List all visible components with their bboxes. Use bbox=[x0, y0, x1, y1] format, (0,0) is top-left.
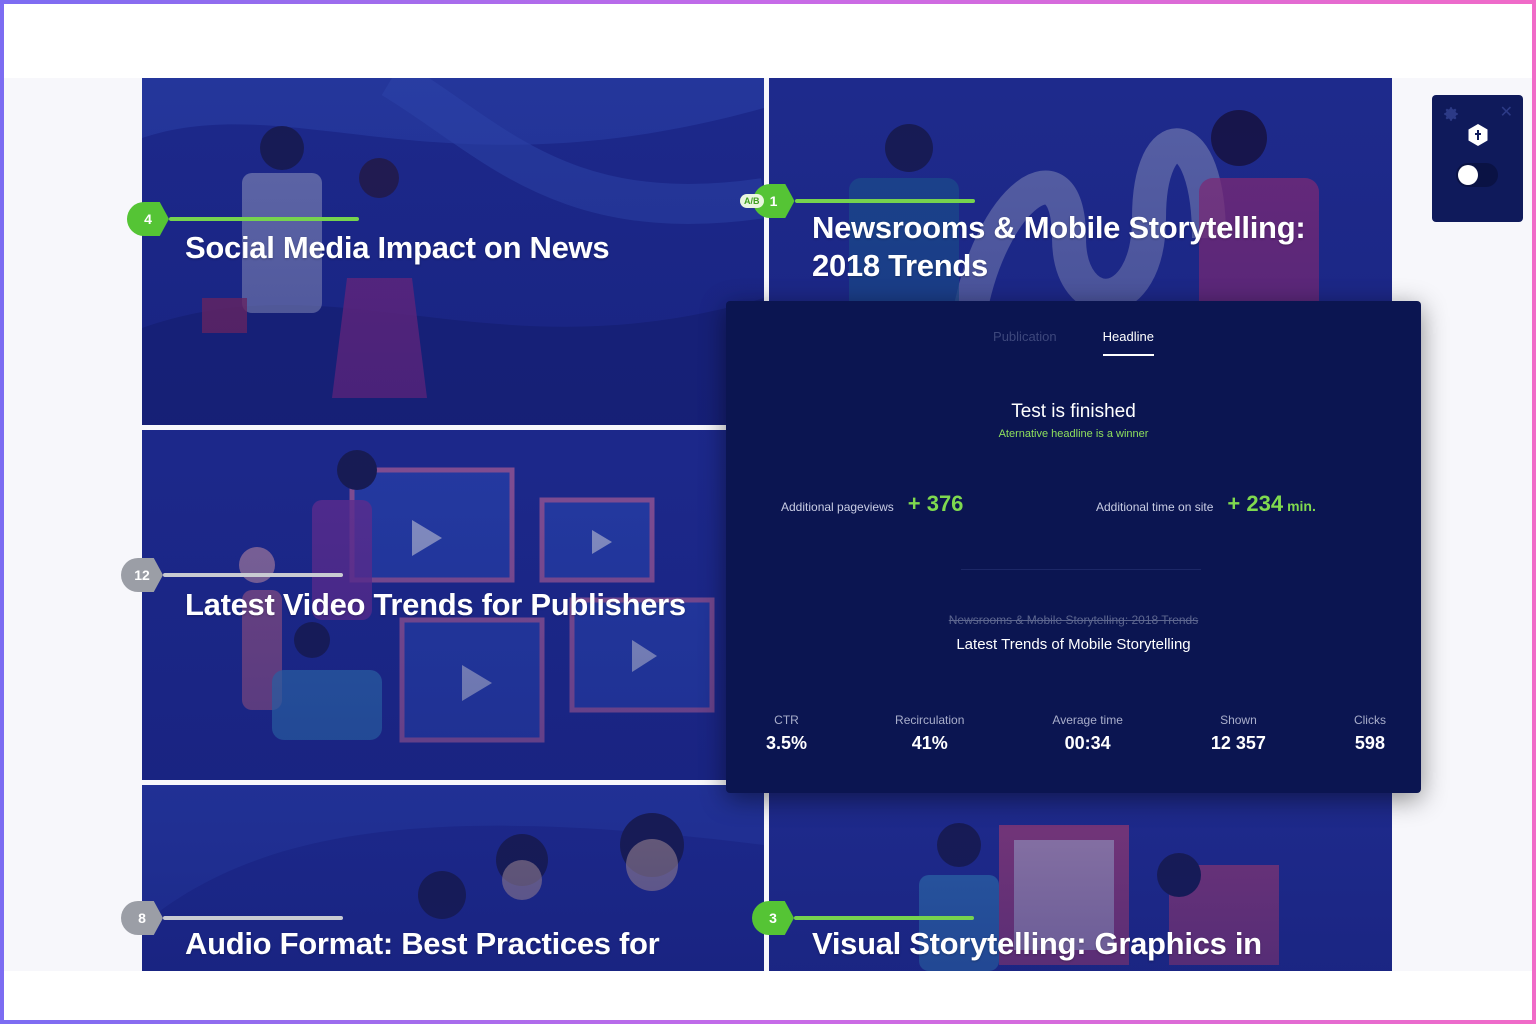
additional-time-on-site: Additional time on site + 234 min. bbox=[1096, 491, 1316, 517]
rank-marker-audio-format: 8 bbox=[121, 901, 343, 935]
rank-badge: 8 bbox=[121, 901, 163, 935]
stat-shown: Shown 12 357 bbox=[1211, 713, 1266, 754]
time-value: + 234 bbox=[1227, 491, 1284, 516]
ab-test-tag: A/B bbox=[740, 194, 764, 208]
stat-label: Recirculation bbox=[895, 713, 965, 727]
stat-label: Shown bbox=[1220, 713, 1257, 727]
time-unit: min. bbox=[1287, 498, 1316, 514]
rank-marker-newsrooms: A/B 1 bbox=[740, 184, 975, 218]
gear-icon[interactable] bbox=[1442, 105, 1460, 123]
additional-pageviews: Additional pageviews + 376 bbox=[781, 491, 963, 517]
stat-value: 3.5% bbox=[766, 733, 808, 753]
winning-headline: Latest Trends of Mobile Storytelling bbox=[956, 636, 1191, 653]
close-icon[interactable]: ✕ bbox=[1500, 102, 1513, 122]
pageviews-value: + 376 bbox=[907, 491, 964, 516]
ab-test-results-popup: Publication Headline Test is finished At… bbox=[726, 301, 1421, 793]
toggle-knob bbox=[1458, 165, 1478, 185]
hexagon-logo-icon bbox=[1468, 124, 1488, 146]
widget-toggle[interactable] bbox=[1456, 163, 1498, 187]
tab-headline[interactable]: Headline bbox=[1102, 329, 1154, 356]
stat-average-time: Average time 00:34 bbox=[1052, 713, 1122, 754]
rank-badge: 12 bbox=[121, 558, 163, 592]
test-status: Test is finished Aternative headline is … bbox=[726, 401, 1421, 440]
original-headline: Newsrooms & Mobile Storytelling: 2018 Tr… bbox=[948, 613, 1199, 627]
popup-tabs: Publication Headline bbox=[726, 329, 1421, 356]
stats-row: CTR 3.5% Recirculation 41% Average time … bbox=[766, 713, 1386, 754]
stat-label: CTR bbox=[774, 713, 799, 727]
rank-line bbox=[794, 199, 975, 203]
rank-line bbox=[163, 916, 343, 920]
rank-marker-social-media: 4 bbox=[127, 202, 359, 236]
rank-line bbox=[163, 573, 343, 577]
pageviews-label: Additional pageviews bbox=[781, 500, 894, 514]
stat-label: Average time bbox=[1052, 713, 1123, 727]
rank-badge: 3 bbox=[752, 901, 794, 935]
extension-widget: ✕ bbox=[1432, 95, 1523, 222]
rank-badge: 4 bbox=[127, 202, 169, 236]
status-subtitle: Aternative headline is a winner bbox=[998, 428, 1149, 440]
rank-marker-video-trends: 12 bbox=[121, 558, 343, 592]
status-title: Test is finished bbox=[1011, 401, 1136, 422]
stat-value: 598 bbox=[1354, 733, 1385, 753]
rank-marker-visual-storytelling: 3 bbox=[752, 901, 974, 935]
stat-value: 00:34 bbox=[1064, 733, 1111, 753]
divider bbox=[961, 569, 1201, 570]
rank-line bbox=[794, 916, 974, 920]
card-title-newsrooms[interactable]: Newsrooms & Mobile Storytelling: 2018 Tr… bbox=[812, 209, 1352, 285]
stat-value: 41% bbox=[911, 733, 948, 753]
stat-clicks: Clicks 598 bbox=[1354, 713, 1386, 754]
stat-ctr: CTR 3.5% bbox=[766, 713, 807, 754]
stat-value: 12 357 bbox=[1210, 733, 1266, 753]
tab-publication[interactable]: Publication bbox=[993, 329, 1057, 356]
rank-line bbox=[169, 217, 359, 221]
stat-label: Clicks bbox=[1353, 713, 1386, 727]
time-label: Additional time on site bbox=[1096, 500, 1214, 514]
stat-recirculation: Recirculation 41% bbox=[895, 713, 964, 754]
